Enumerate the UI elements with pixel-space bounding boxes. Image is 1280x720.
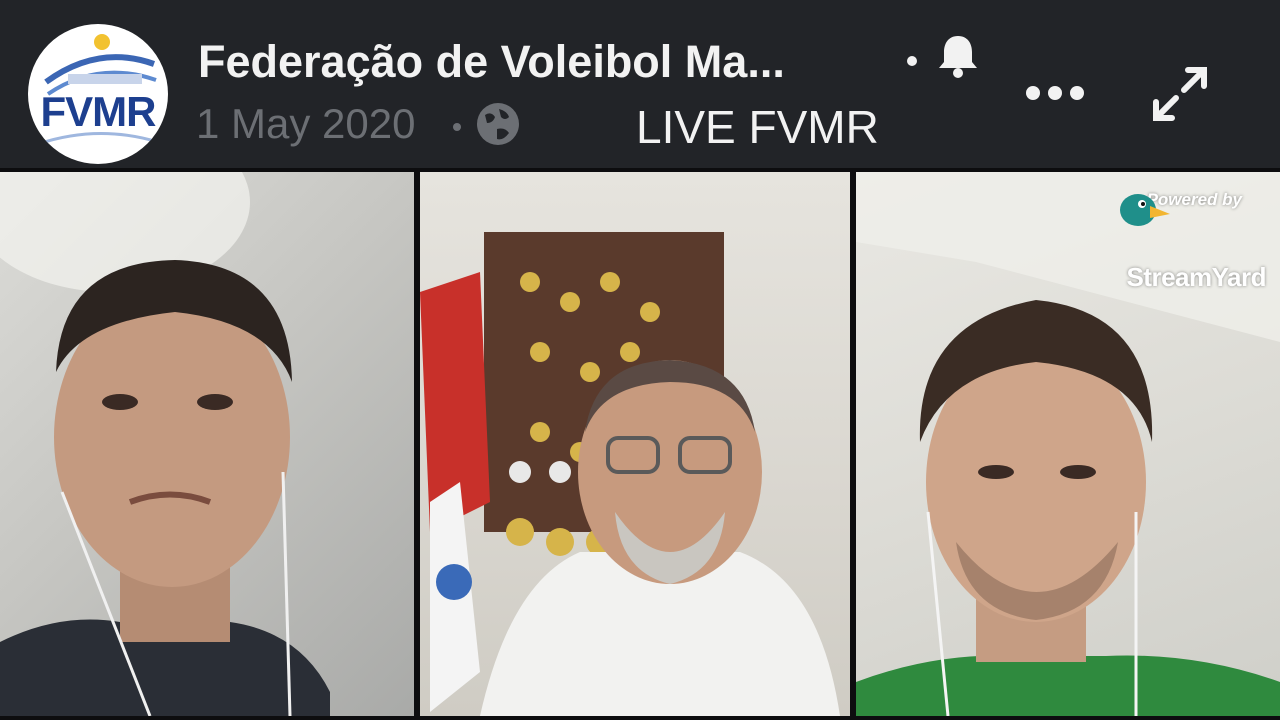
streamyard-watermark: Powered by StreamYard	[1116, 186, 1267, 296]
fullscreen-icon[interactable]	[1150, 64, 1210, 124]
participant-video-tile	[420, 172, 850, 716]
live-video-player[interactable]: Powered by StreamYard	[0, 168, 1280, 720]
participant-video-tile	[0, 172, 414, 716]
globe-icon	[477, 103, 519, 145]
separator-dot	[453, 123, 461, 131]
streamyard-brand-name: StreamYard	[1126, 262, 1266, 292]
more-icon[interactable]	[1024, 80, 1086, 106]
bell-icon[interactable]	[936, 32, 980, 78]
post-date[interactable]: 1 May 2020	[196, 100, 415, 148]
participant-person	[0, 172, 330, 716]
page-title[interactable]: Federação de Voleibol Ma...	[198, 36, 888, 88]
page-avatar[interactable]: FVMR	[28, 24, 168, 164]
video-caption: LIVE FVMR	[636, 101, 879, 153]
participant-video-tile: Powered by StreamYard	[856, 172, 1280, 716]
participant-person	[420, 232, 840, 716]
page-logo-text: FVMR	[40, 88, 157, 135]
streamyard-duck-icon	[1120, 194, 1170, 226]
separator-dot	[907, 56, 917, 66]
post-header: FVMR Federação de Voleibol Ma... 1 May 2…	[0, 0, 1280, 168]
